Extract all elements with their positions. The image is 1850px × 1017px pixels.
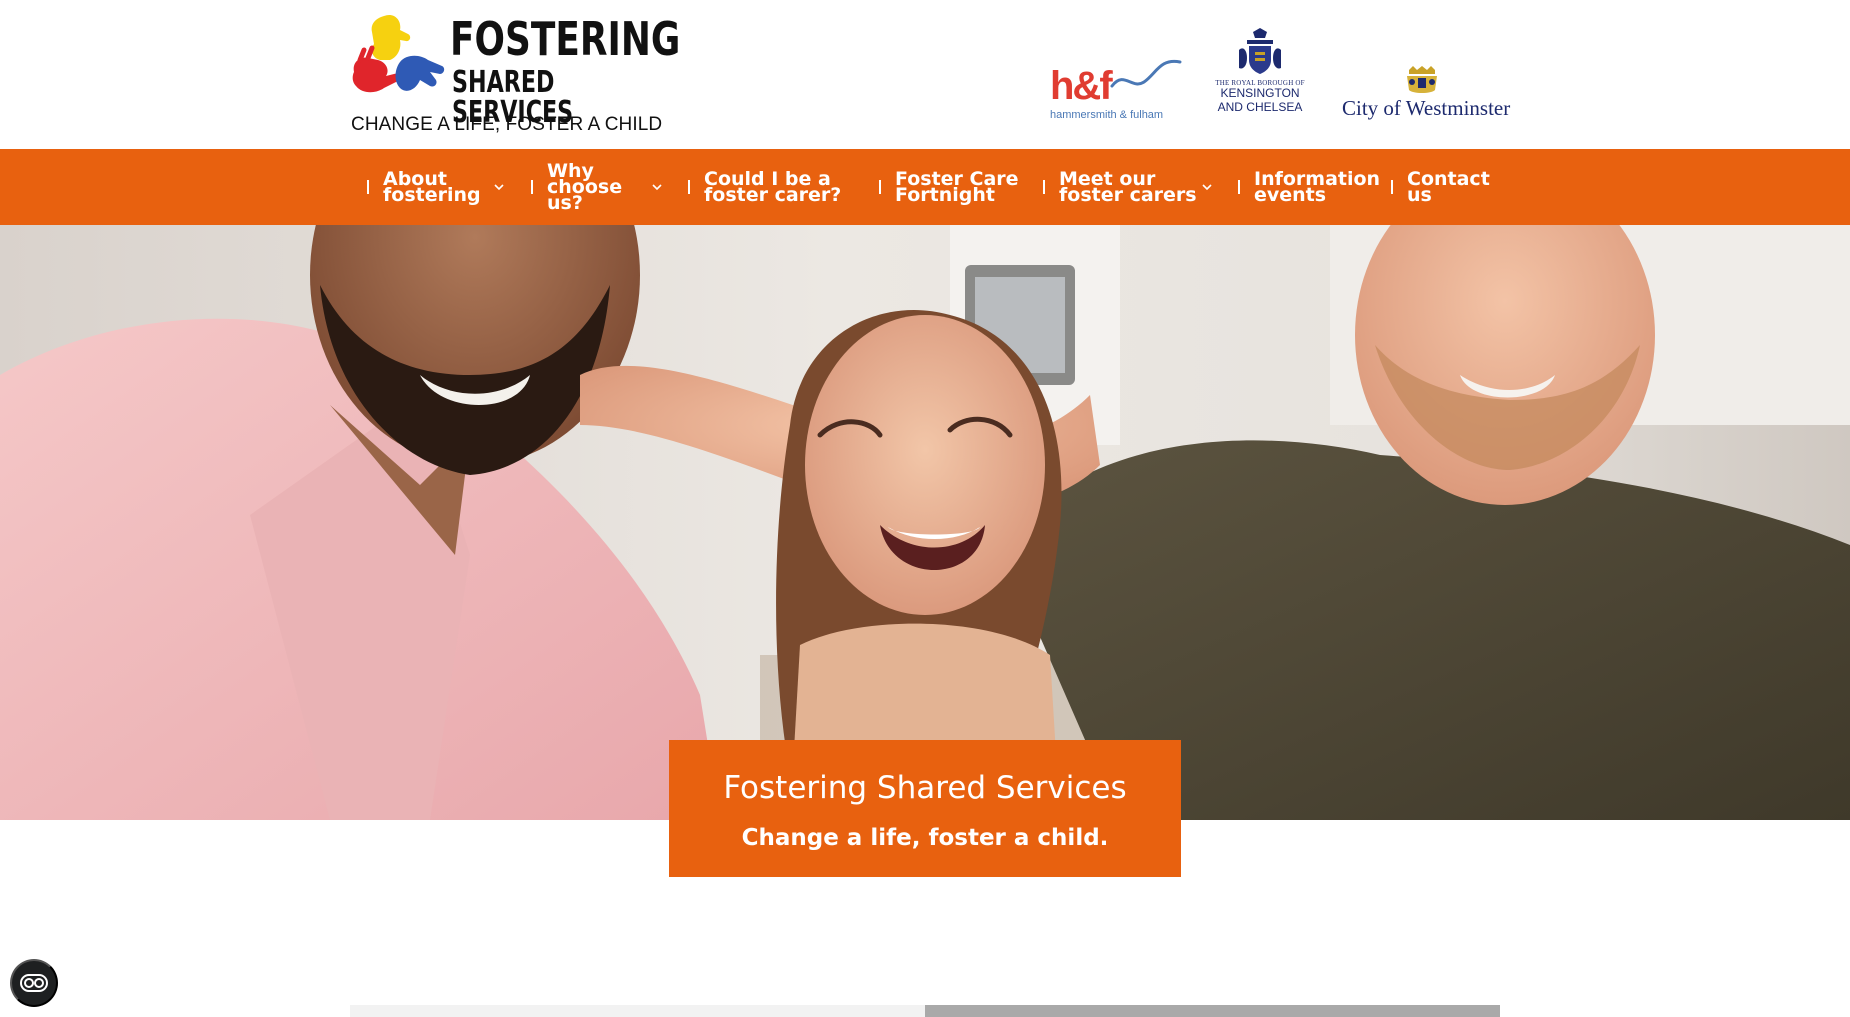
nav-item-foster-care-fortnight[interactable]: Foster Care Fortnight [895,149,1019,225]
chevron-down-icon[interactable] [1201,182,1213,192]
nav-item-label: Meet our foster carers [1059,168,1197,206]
partner-logo-kensington-chelsea[interactable]: THE ROYAL BOROUGH OF KENSINGTON AND CHEL… [1210,28,1310,123]
site-logo[interactable]: FOSTERING SHARED SERVICES CHANGE A LIFE,… [350,14,680,135]
partner-logo-hammersmith-fulham[interactable]: h&f hammersmith & fulham [1050,56,1182,122]
partner-logo-westminster[interactable]: City of Westminster [1342,66,1511,126]
logo-wordmark-fostering: FOSTERING [450,12,681,66]
westminster-logo-text: City of Westminster [1342,96,1511,120]
nav-separator [1043,180,1045,194]
westminster-crest-icon [1407,66,1437,93]
accessibility-toggle-button[interactable] [10,959,58,1007]
kc-logo-line3: AND CHELSEA [1217,99,1303,114]
nav-item-label: Contact us [1407,168,1490,206]
accessibility-toggle-icon [20,974,48,992]
hands-logo-icon [352,14,445,93]
nav-item-why-choose-us[interactable]: Why choose us? [547,149,622,225]
nav-separator [879,180,881,194]
hero-subtitle: Change a life, foster a child. [741,825,1109,851]
nav-item-label: Why choose us? [547,160,623,214]
nav-item-label: Could I be a foster carer? [704,168,842,206]
hero-banner [0,225,1850,820]
chevron-down-icon[interactable] [493,182,505,192]
nav-item-about-fostering[interactable]: About fostering [383,149,481,225]
hf-logo-mark: h&f [1050,64,1113,108]
nav-separator [1391,180,1393,194]
nav-item-label: About fostering [383,168,481,206]
nav-item-could-i-be-a-foster-carer[interactable]: Could I be a foster carer? [704,149,841,225]
nav-item-meet-our-foster-carers[interactable]: Meet our foster carers [1059,149,1197,225]
nav-separator [688,180,690,194]
chevron-down-icon[interactable] [651,182,663,192]
nav-item-label: Information events [1254,168,1381,206]
content-panel-right-image [925,1005,1500,1017]
nav-separator [531,180,533,194]
hero-title: Fostering Shared Services [723,770,1127,806]
nav-item-contact-us[interactable]: Contact us [1407,149,1490,225]
nav-separator [1238,180,1240,194]
nav-item-information-events[interactable]: Information events [1254,149,1380,225]
hero-photo-family [0,225,1850,820]
royal-crest-icon [1239,28,1281,74]
hf-wave-icon [1110,59,1182,88]
kc-logo-line2: KENSINGTON [1220,86,1300,100]
main-navigation: About fostering Why choose us? Could I b… [0,149,1850,225]
hero-title-card: Fostering Shared Services Change a life,… [669,740,1181,877]
content-panel-left [350,1005,925,1017]
nav-item-label: Foster Care Fortnight [895,168,1019,206]
logo-tagline: CHANGE A LIFE, FOSTER A CHILD [351,114,663,135]
nav-separator [367,180,369,194]
site-header: FOSTERING SHARED SERVICES CHANGE A LIFE,… [0,0,1850,149]
hf-logo-subtitle: hammersmith & fulham [1050,109,1164,121]
